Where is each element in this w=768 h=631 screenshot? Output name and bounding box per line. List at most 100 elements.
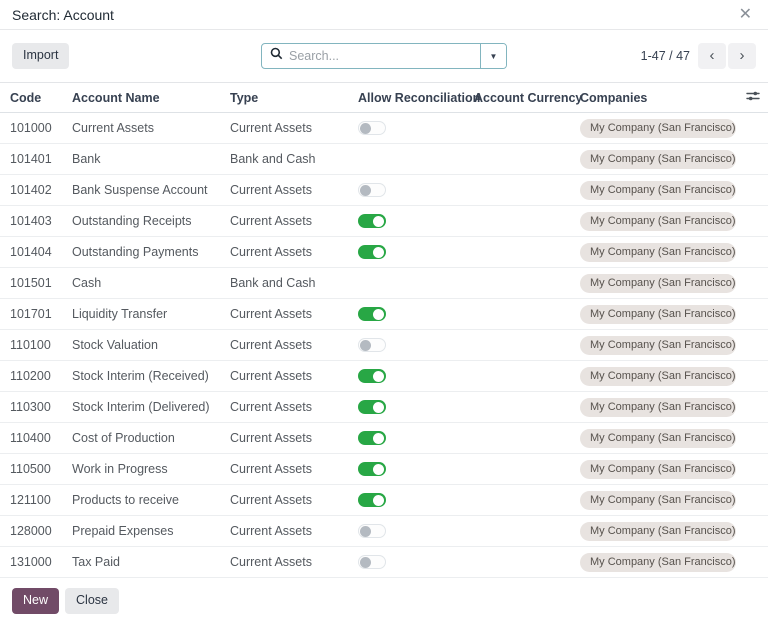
account-type: Current Assets [230,484,358,516]
optional-cell [738,329,768,361]
reconciliation-toggle[interactable] [358,214,386,229]
new-button[interactable]: New [12,588,60,614]
reconciliation-toggle[interactable] [358,121,386,136]
reconciliation-toggle[interactable] [358,431,386,446]
reconciliation-toggle[interactable] [358,462,386,477]
account-code: 128000 [0,515,72,547]
optional-cell [738,298,768,330]
account-currency-cell [474,546,580,578]
account-name: Bank [72,143,230,175]
account-name: Work in Progress [72,453,230,485]
optional-cell [738,174,768,206]
table-row[interactable]: 110500 Work in Progress Current Assets M… [0,453,768,485]
table-row[interactable]: 101401 Bank Bank and Cash My Company (Sa… [0,143,768,175]
allow-reconciliation-cell [358,484,474,516]
reconciliation-toggle[interactable] [358,245,386,260]
account-name: Cash [72,267,230,299]
close-icon[interactable]: ✕ [737,5,754,25]
account-currency-cell [474,174,580,206]
table-row[interactable]: 131000 Tax Paid Current Assets My Compan… [0,546,768,578]
account-name: Stock Interim (Received) [72,360,230,392]
optional-cell [738,360,768,392]
caret-down-icon: ▼ [489,51,498,61]
account-code: 121100 [0,484,72,516]
company-badge: My Company (San Francisco) [580,552,736,572]
allow-reconciliation-cell [358,453,474,485]
search-input[interactable] [289,49,472,63]
column-header-type[interactable]: Type [230,82,358,113]
column-header-code[interactable]: Code [0,82,72,113]
pager-next-button[interactable]: › [728,43,756,69]
pager-prev-button[interactable]: ‹ [698,43,726,69]
account-code: 110100 [0,329,72,361]
optional-cell [738,422,768,454]
company-badge: My Company (San Francisco) [580,521,736,541]
table-body: 101000 Current Assets Current Assets My … [0,112,768,578]
column-header-account-name[interactable]: Account Name [72,82,230,113]
allow-reconciliation-cell [358,205,474,237]
table-row[interactable]: 110100 Stock Valuation Current Assets My… [0,329,768,361]
account-currency-cell [474,112,580,144]
optional-cell [738,205,768,237]
company-badge: My Company (San Francisco) [580,242,736,262]
search-dropdown-toggle[interactable]: ▼ [480,44,506,68]
table-row[interactable]: 121100 Products to receive Current Asset… [0,484,768,516]
account-currency-cell [474,298,580,330]
account-type: Bank and Cash [230,267,358,299]
account-name: Cost of Production [72,422,230,454]
account-type: Current Assets [230,422,358,454]
account-type: Current Assets [230,298,358,330]
table-row[interactable]: 110300 Stock Interim (Delivered) Current… [0,391,768,423]
reconciliation-toggle[interactable] [358,400,386,415]
account-currency-cell [474,329,580,361]
account-currency-cell [474,236,580,268]
optional-columns-button[interactable] [738,82,768,113]
reconciliation-toggle[interactable] [358,338,386,353]
account-code: 110200 [0,360,72,392]
company-badge: My Company (San Francisco) [580,459,736,479]
magnifier-icon [270,47,283,65]
allow-reconciliation-cell [358,267,474,299]
reconciliation-toggle[interactable] [358,493,386,508]
toolbar: Import ▼ 1-47 / 47 ‹ › [0,30,768,82]
reconciliation-toggle[interactable] [358,307,386,322]
account-code: 110400 [0,422,72,454]
allow-reconciliation-cell [358,515,474,547]
companies-cell: My Company (San Francisco) [580,422,738,454]
table-row[interactable]: 101701 Liquidity Transfer Current Assets… [0,298,768,330]
account-type: Current Assets [230,112,358,144]
column-header-allow-reconciliation[interactable]: Allow Reconciliation [358,82,480,113]
account-code: 101401 [0,143,72,175]
dialog-header: Search: Account ✕ [0,0,768,30]
table-row[interactable]: 110400 Cost of Production Current Assets… [0,422,768,454]
reconciliation-toggle[interactable] [358,524,386,539]
account-type: Current Assets [230,360,358,392]
reconciliation-toggle[interactable] [358,183,386,198]
table-row[interactable]: 101403 Outstanding Receipts Current Asse… [0,205,768,237]
reconciliation-toggle[interactable] [358,369,386,384]
table-row[interactable]: 101501 Cash Bank and Cash My Company (Sa… [0,267,768,299]
account-name: Current Assets [72,112,230,144]
table-row[interactable]: 101402 Bank Suspense Account Current Ass… [0,174,768,206]
table-row[interactable]: 101000 Current Assets Current Assets My … [0,112,768,144]
company-badge: My Company (San Francisco) [580,211,736,231]
close-button[interactable]: Close [65,588,119,614]
account-name: Tax Paid [72,546,230,578]
account-currency-cell [474,484,580,516]
account-code: 101402 [0,174,72,206]
table-row[interactable]: 110200 Stock Interim (Received) Current … [0,360,768,392]
account-name: Outstanding Receipts [72,205,230,237]
companies-cell: My Company (San Francisco) [580,391,738,423]
reconciliation-toggle[interactable] [358,555,386,570]
import-button[interactable]: Import [12,43,70,69]
companies-cell: My Company (San Francisco) [580,112,738,144]
column-header-account-currency[interactable]: Account Currency [474,82,582,113]
account-code: 101501 [0,267,72,299]
dialog-title: Search: Account [12,6,114,23]
company-badge: My Company (San Francisco) [580,397,736,417]
account-type: Current Assets [230,546,358,578]
table-row[interactable]: 101404 Outstanding Payments Current Asse… [0,236,768,268]
table-row[interactable]: 128000 Prepaid Expenses Current Assets M… [0,515,768,547]
column-header-companies[interactable]: Companies [580,82,738,113]
companies-cell: My Company (San Francisco) [580,484,738,516]
